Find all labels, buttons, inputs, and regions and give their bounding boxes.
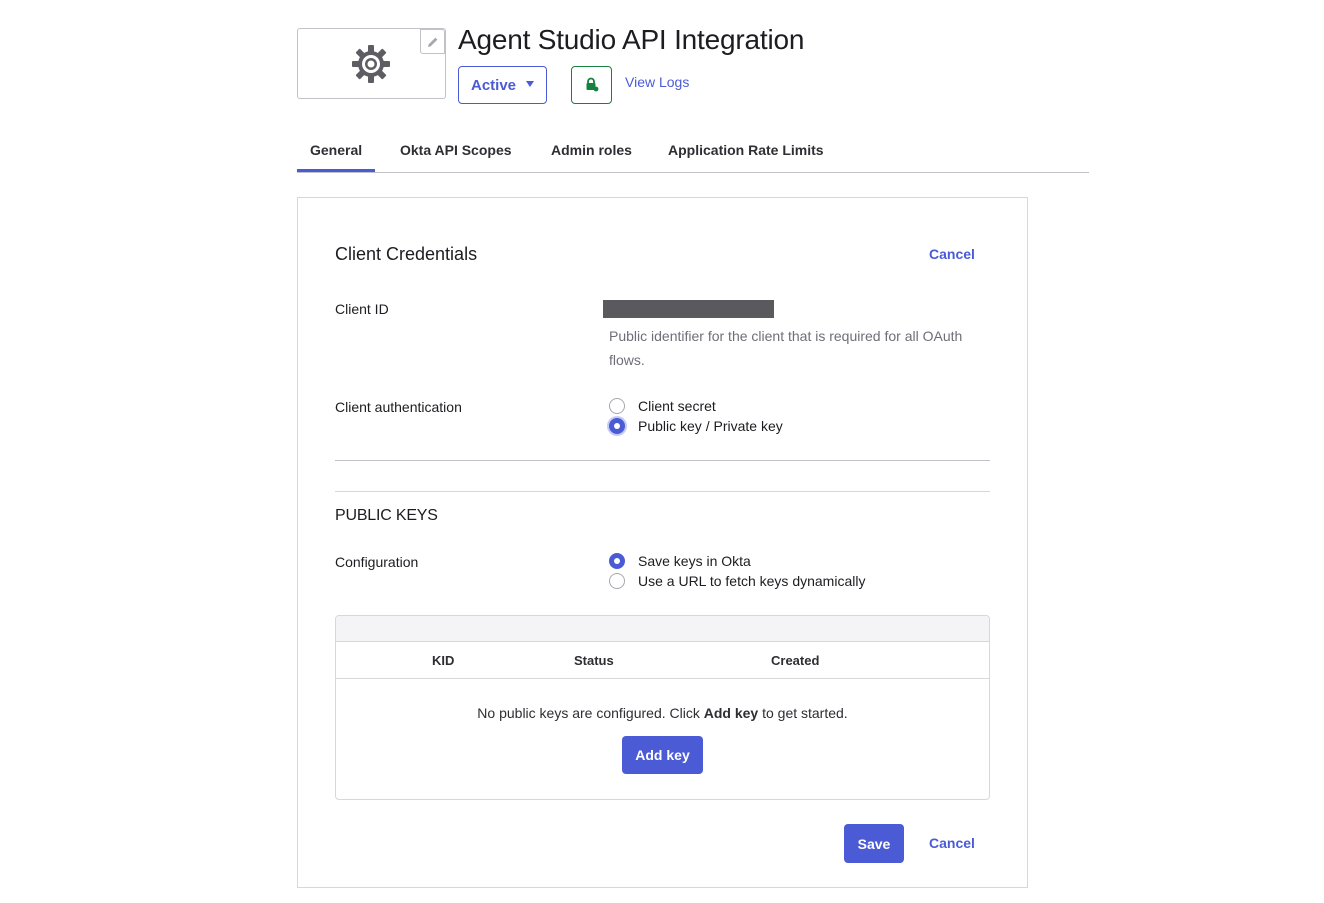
view-logs-link[interactable]: View Logs: [625, 74, 689, 90]
gear-icon: [352, 45, 390, 83]
table-toolbar: [336, 616, 989, 642]
radio-client-secret[interactable]: Client secret: [609, 398, 716, 414]
client-credentials-panel: Client Credentials Cancel Client ID Publ…: [297, 197, 1028, 888]
empty-text-emphasis: Add key: [703, 705, 759, 721]
tab-general[interactable]: General: [310, 142, 362, 158]
configuration-label: Configuration: [335, 554, 419, 570]
public-keys-title: PUBLIC KEYS: [335, 507, 438, 524]
page-title: Agent Studio API Integration: [458, 24, 805, 55]
tab-bar: General Okta API Scopes Admin roles Appl…: [297, 132, 1089, 173]
push-groups-button[interactable]: [571, 66, 612, 104]
active-tab-indicator: [297, 169, 375, 172]
client-id-label: Client ID: [335, 301, 389, 317]
status-label: Active: [471, 76, 517, 94]
radio-button[interactable]: [609, 573, 625, 589]
empty-text: No public keys are configured. Click: [477, 705, 704, 721]
pencil-icon: [427, 37, 437, 47]
client-auth-label: Client authentication: [335, 399, 462, 415]
tab-admin-roles[interactable]: Admin roles: [551, 142, 632, 158]
column-header-created[interactable]: Created: [771, 653, 819, 668]
section-title: Client Credentials: [335, 244, 478, 264]
cancel-button[interactable]: Cancel: [929, 835, 975, 851]
column-header-kid[interactable]: KID: [432, 653, 454, 668]
edit-logo-button[interactable]: [420, 29, 445, 54]
add-key-button[interactable]: Add key: [622, 736, 703, 774]
cancel-edit-link[interactable]: Cancel: [929, 246, 975, 262]
radio-use-url[interactable]: Use a URL to fetch keys dynamically: [609, 573, 865, 589]
empty-state-message: No public keys are configured. Click Add…: [336, 705, 989, 721]
radio-button[interactable]: [609, 553, 625, 569]
public-keys-table: KID Status Created No public keys are co…: [335, 615, 990, 800]
caret-down-icon: [526, 81, 534, 87]
table-header: KID Status Created: [336, 642, 989, 679]
client-id-help: Public identifier for the client that is…: [609, 328, 963, 368]
tab-okta-api-scopes[interactable]: Okta API Scopes: [400, 142, 512, 158]
radio-save-keys-in-okta[interactable]: Save keys in Okta: [609, 553, 751, 569]
divider: [335, 491, 990, 492]
column-header-status[interactable]: Status: [574, 653, 614, 668]
save-button[interactable]: Save: [844, 824, 904, 863]
radio-label: Use a URL to fetch keys dynamically: [638, 573, 866, 589]
empty-text: to get started.: [758, 705, 848, 721]
tab-application-rate-limits[interactable]: Application Rate Limits: [668, 142, 824, 158]
radio-label: Save keys in Okta: [638, 553, 751, 569]
divider: [335, 460, 990, 461]
radio-button[interactable]: [609, 398, 625, 414]
radio-label: Client secret: [638, 398, 716, 414]
status-dropdown[interactable]: Active: [458, 66, 547, 104]
client-id-value-redacted: [603, 300, 774, 318]
key-lock-icon: [586, 77, 598, 92]
app-logo: [297, 28, 446, 99]
radio-label: Public key / Private key: [638, 418, 783, 434]
radio-public-private-key[interactable]: Public key / Private key: [609, 418, 783, 434]
radio-button[interactable]: [609, 418, 625, 434]
